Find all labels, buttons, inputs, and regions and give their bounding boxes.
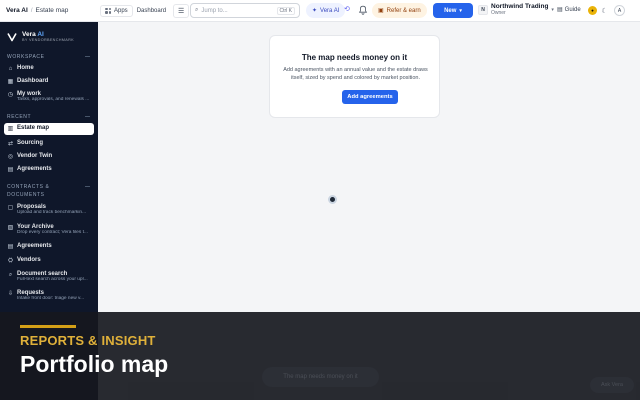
sidebar-item-your-archive[interactable]: ▧ Your Archive Drop every contract; Vera… [4, 222, 94, 237]
twin-icon: ◎ [7, 153, 14, 160]
layout-icon: ☰ [178, 7, 185, 15]
add-agreements-button[interactable]: Add agreements [342, 90, 398, 104]
voice-icon[interactable]: ⟲ [344, 5, 350, 13]
clock-icon: ◷ [7, 91, 14, 98]
sidebar-item-vendors[interactable]: ⛭ Vendors [4, 255, 94, 267]
refer-earn-label: Refer & earn [386, 7, 421, 14]
empty-state-title: The map needs money on it [301, 53, 408, 62]
breadcrumb-app[interactable]: Vera AI [6, 7, 28, 14]
breadcrumb: Vera AI / Estate map [0, 7, 98, 14]
search-icon: ⌕ [195, 7, 199, 13]
search-input[interactable]: ⌕ Jump to... Ctrl K [190, 3, 300, 18]
requests-icon: ⇩ [7, 290, 14, 297]
toast-message: The map needs money on it [262, 367, 379, 387]
sidebar-item-document-search[interactable]: ⌕ Document search Full-text search acros… [4, 269, 94, 284]
dashboard-icon: ▦ [7, 78, 14, 85]
refer-earn-button[interactable]: ▣ Refer & earn [372, 3, 427, 18]
search-placeholder: Jump to... [201, 7, 228, 14]
archive-icon: ▧ [7, 224, 14, 231]
caption-kicker: REPORTS & INSIGHT [20, 333, 156, 348]
org-chevron-icon: ▾ [551, 6, 554, 13]
breadcrumb-separator: / [30, 7, 33, 14]
org-switcher[interactable]: N Northwind Trading Owner ▾ [478, 3, 554, 16]
sourcing-icon: ⇄ [7, 140, 14, 147]
ask-vera-button[interactable]: Ask Vera [590, 377, 634, 393]
vera-ai-button[interactable]: ✦ Vera AI [306, 3, 346, 18]
brand-tagline: BY VENDORBENCHMARK [22, 38, 74, 42]
org-badge: N [478, 4, 488, 15]
status-avatar[interactable]: ● [588, 6, 597, 15]
apps-label: Apps [114, 7, 128, 14]
sidebar-item-requests[interactable]: ⇩ Requests Intake front door: triage new… [4, 288, 94, 303]
brand-name: Vera AI [22, 31, 44, 38]
agreements-icon: ▤ [7, 166, 14, 173]
gift-icon: ▣ [378, 8, 384, 14]
sidebar-item-estate-map[interactable]: ▥ Estate map [4, 123, 94, 135]
dashboard-link-label: Dashboard [136, 7, 167, 14]
empty-state-description: Add agreements with an annual value and … [283, 67, 428, 81]
vera-ai-label: Vera AI [320, 7, 340, 14]
sparkle-icon: ✦ [312, 8, 318, 14]
breadcrumb-current-page: Estate map [35, 7, 69, 14]
map-icon: ▥ [7, 125, 14, 132]
sidebar-item-my-work[interactable]: ◷ My work Tasks, approvals, and renewals… [4, 89, 94, 104]
new-button[interactable]: New ▾ [433, 3, 473, 18]
dashboard-link[interactable]: Dashboard [133, 6, 170, 16]
empty-state-card: The map needs money on it Add agreements… [269, 35, 440, 118]
guide-button[interactable]: ▤ Guide [557, 6, 581, 14]
home-icon: ⌂ [8, 65, 13, 72]
sidebar-item-agreements-recent[interactable]: ▤ Agreements [4, 164, 94, 176]
org-role: Owner [491, 10, 506, 16]
org-name: Northwind Trading [491, 3, 549, 10]
guide-label: Guide [564, 6, 581, 13]
section-workspace: WORKSPACE [7, 54, 90, 60]
theme-toggle-icon[interactable]: ☾ [600, 6, 609, 15]
search-shortcut: Ctrl K [276, 6, 295, 15]
loading-spinner [328, 195, 337, 204]
caption-headline: Portfolio map [20, 351, 169, 377]
sidebar-item-vendor-twin[interactable]: ◎ Vendor Twin [4, 151, 94, 163]
layout-toggle-button[interactable]: ☰ [173, 3, 190, 18]
sidebar-item-proposals[interactable]: ▢ Proposals Upload and track benchmarkin… [4, 202, 94, 217]
vera-logo-icon [7, 32, 17, 41]
bell-icon[interactable] [358, 5, 368, 15]
sidebar-item-dashboard[interactable]: ▦ Dashboard [4, 76, 94, 88]
section-contracts: CONTRACTS & DOCUMENTS [7, 184, 90, 198]
caption-accent-bar [20, 325, 76, 328]
book-icon: ▤ [557, 7, 563, 13]
sidebar-item-sourcing[interactable]: ⇄ Sourcing [4, 138, 94, 150]
apps-grid-icon [105, 7, 111, 14]
brand[interactable]: Vera AI BY VENDORBENCHMARK [7, 31, 74, 42]
user-avatar[interactable]: A [614, 5, 625, 16]
sidebar-item-home[interactable]: ⌂ Home [4, 63, 94, 75]
vendors-icon: ⛭ [8, 257, 13, 264]
new-label: New [444, 7, 457, 14]
chevron-down-icon: ▾ [459, 7, 462, 14]
section-recent: RECENT [7, 114, 90, 120]
agreements-icon: ▤ [7, 243, 14, 250]
doc-search-icon: ⌕ [8, 271, 13, 278]
proposals-icon: ▢ [7, 204, 14, 211]
sidebar-item-agreements[interactable]: ▤ Agreements [4, 241, 94, 253]
apps-button[interactable]: Apps [100, 4, 133, 17]
